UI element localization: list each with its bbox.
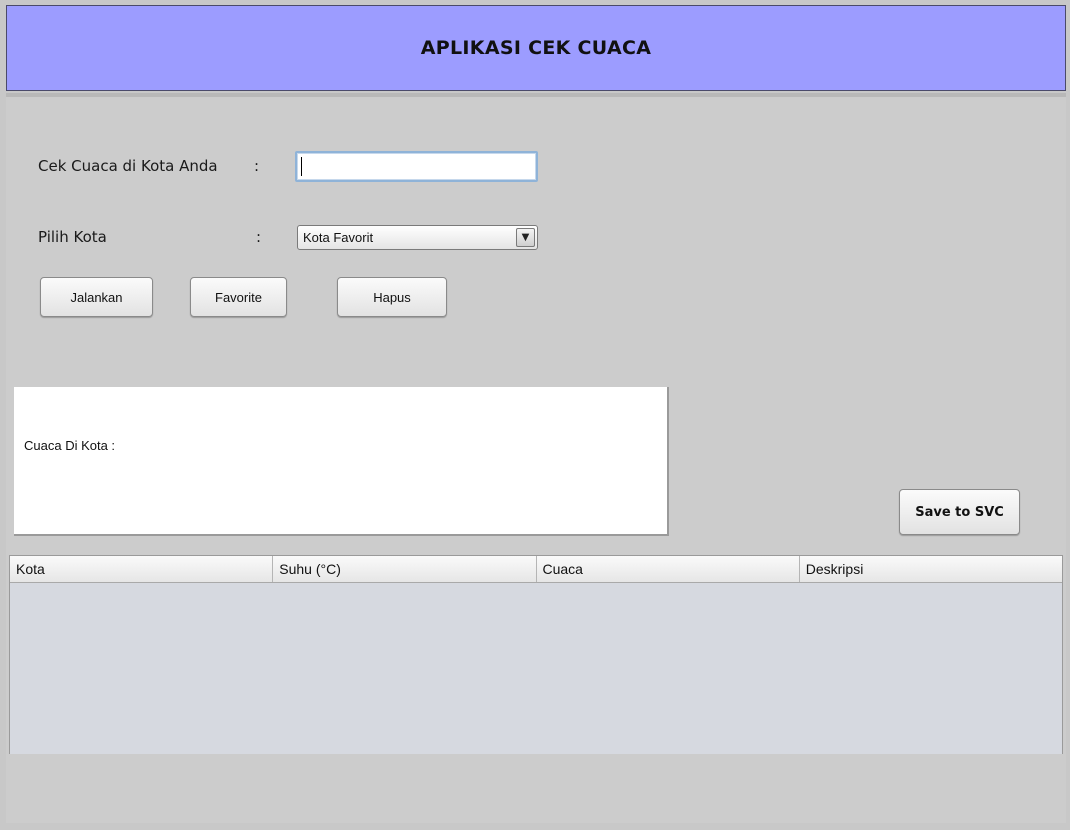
app-window: APLIKASI CEK CUACA Cek Cuaca di Kota And… <box>0 0 1070 830</box>
table-body[interactable] <box>10 583 1062 754</box>
weather-result-label: Cuaca Di Kota : <box>24 438 116 453</box>
save-button[interactable]: Save to SVC <box>899 489 1020 535</box>
column-header-temperature[interactable]: Suhu (°C) <box>273 556 537 582</box>
title-bar: APLIKASI CEK CUACA <box>6 5 1066 91</box>
city-label: Cek Cuaca di Kota Anda <box>38 157 218 175</box>
pick-city-colon: : <box>256 228 262 246</box>
city-select-value: Kota Favorit <box>303 230 374 245</box>
run-button[interactable]: Jalankan <box>40 277 153 317</box>
weather-table: Kota Suhu (°C) Cuaca Deskripsi <box>9 555 1063 754</box>
city-select[interactable]: Kota Favorit ▼ <box>297 225 538 250</box>
weather-result-box: Cuaca Di Kota : <box>14 387 669 536</box>
app-title: APLIKASI CEK CUACA <box>420 37 652 59</box>
city-colon: : <box>254 157 260 175</box>
delete-button[interactable]: Hapus <box>337 277 447 317</box>
city-input[interactable] <box>295 151 538 182</box>
text-caret <box>301 157 302 176</box>
column-header-description[interactable]: Deskripsi <box>800 556 1062 582</box>
pick-city-label: Pilih Kota <box>38 228 107 246</box>
table-header: Kota Suhu (°C) Cuaca Deskripsi <box>10 556 1062 583</box>
column-header-city[interactable]: Kota <box>10 556 274 582</box>
chevron-down-icon[interactable]: ▼ <box>516 228 535 247</box>
favorite-button[interactable]: Favorite <box>190 277 287 317</box>
column-header-weather[interactable]: Cuaca <box>537 556 800 582</box>
